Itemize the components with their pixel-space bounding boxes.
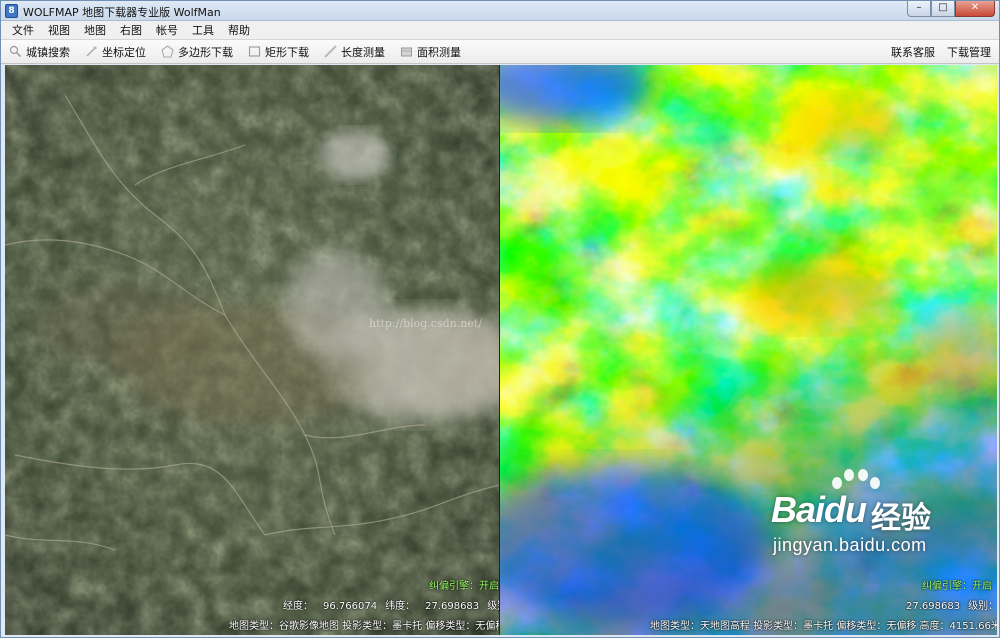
town-search-label: 城镇搜索: [26, 45, 70, 59]
maximize-button[interactable]: □: [931, 1, 955, 17]
menu-view[interactable]: 视图: [41, 21, 77, 40]
polygon-download-button[interactable]: 多边形下载: [161, 44, 233, 60]
left-map-info: 地图类型：谷歌影像地图 投影类型：墨卡托 偏移类型：无偏移: [229, 621, 500, 632]
town-search-icon: [9, 45, 22, 58]
download-manager-label: 下载管理: [947, 46, 991, 59]
contact-support-label: 联系客服: [891, 46, 935, 59]
right-coordinate-readout: 27.698683级别：12: [896, 597, 997, 612]
longitude-value: 96.766074: [323, 601, 378, 612]
window-title: WOLFMAP 地图下载器专业版 WolfMan: [23, 6, 221, 19]
left-coordinate-readout: 经度：96.766074纬度：27.698683级别：12: [283, 597, 500, 612]
polygon-download-label: 多边形下载: [178, 45, 233, 59]
coordinate-locate-button[interactable]: 坐标定位: [85, 44, 146, 60]
app-icon: 8: [5, 4, 18, 18]
area-measure-button[interactable]: 面积测量: [400, 44, 461, 60]
coordinate-locate-label: 坐标定位: [102, 45, 146, 59]
town-search-button[interactable]: 城镇搜索: [9, 44, 70, 60]
menu-account[interactable]: 帐号: [149, 21, 185, 40]
longitude-label: 经度：: [283, 601, 313, 612]
menu-file[interactable]: 文件: [5, 21, 41, 40]
area-measure-icon: [401, 47, 412, 57]
baidu-jingyan-text: 经验: [871, 501, 931, 536]
menu-help[interactable]: 帮助: [221, 21, 257, 40]
baidu-logo-text: Baidu: [771, 489, 867, 530]
left-correction-status: 纠偏引擎：开启: [429, 581, 499, 592]
contact-support-button[interactable]: 联系客服: [891, 44, 935, 60]
window-controls: – □ ✕: [907, 1, 995, 19]
toolbar: 城镇搜索 坐标定位 多边形下载 矩形下载 长度测量 面积测量 联系客服 下载管理: [1, 40, 999, 64]
area-measure-label: 面积测量: [417, 45, 461, 59]
right-map-info: 地图类型：天地图高程 投影类型：墨卡托 偏移类型：无偏移 高度：4151.66米: [650, 621, 997, 632]
satellite-map-view[interactable]: 纠偏引擎：开启 经度：96.766074纬度：27.698683级别：12 地图…: [5, 65, 500, 635]
minimize-button[interactable]: –: [907, 1, 931, 17]
length-measure-label: 长度测量: [341, 45, 385, 59]
baidu-url-text: jingyan.baidu.com: [773, 535, 927, 555]
rectangle-download-button[interactable]: 矩形下载: [248, 44, 309, 60]
app-window: 8 WOLFMAP 地图下载器专业版 WolfMan – □ ✕ 文件 视图 地…: [0, 0, 1000, 638]
latitude-value: 27.698683: [425, 601, 480, 612]
coordinate-locate-icon: [86, 46, 97, 57]
rectangle-download-icon: [248, 46, 261, 57]
toolbar-right: 联系客服 下载管理: [879, 40, 991, 64]
latitude-label: 纬度：: [385, 601, 416, 612]
menu-bar: 文件 视图 地图 右图 帐号 工具 帮助: [1, 21, 999, 40]
right-zoom-level-label: 级别：: [968, 601, 997, 612]
satellite-imagery: [5, 65, 500, 635]
csdn-watermark: http://blog.csdn.net/: [369, 317, 482, 330]
rectangle-download-label: 矩形下载: [265, 45, 309, 59]
title-bar[interactable]: 8 WOLFMAP 地图下载器专业版 WolfMan – □ ✕: [1, 1, 999, 21]
menu-tools[interactable]: 工具: [185, 21, 221, 40]
right-latitude-value: 27.698683: [906, 601, 961, 612]
length-measure-icon: [324, 45, 337, 58]
baidu-watermark: Baidu 经验 jingyan.baidu.com: [763, 467, 993, 567]
right-correction-status: 纠偏引擎：开启: [922, 581, 992, 592]
download-manager-button[interactable]: 下载管理: [947, 44, 991, 60]
menu-right-map[interactable]: 右图: [113, 21, 149, 40]
polygon-download-icon: [161, 45, 174, 58]
close-button[interactable]: ✕: [955, 1, 995, 17]
menu-map[interactable]: 地图: [77, 21, 113, 40]
length-measure-button[interactable]: 长度测量: [324, 44, 385, 60]
